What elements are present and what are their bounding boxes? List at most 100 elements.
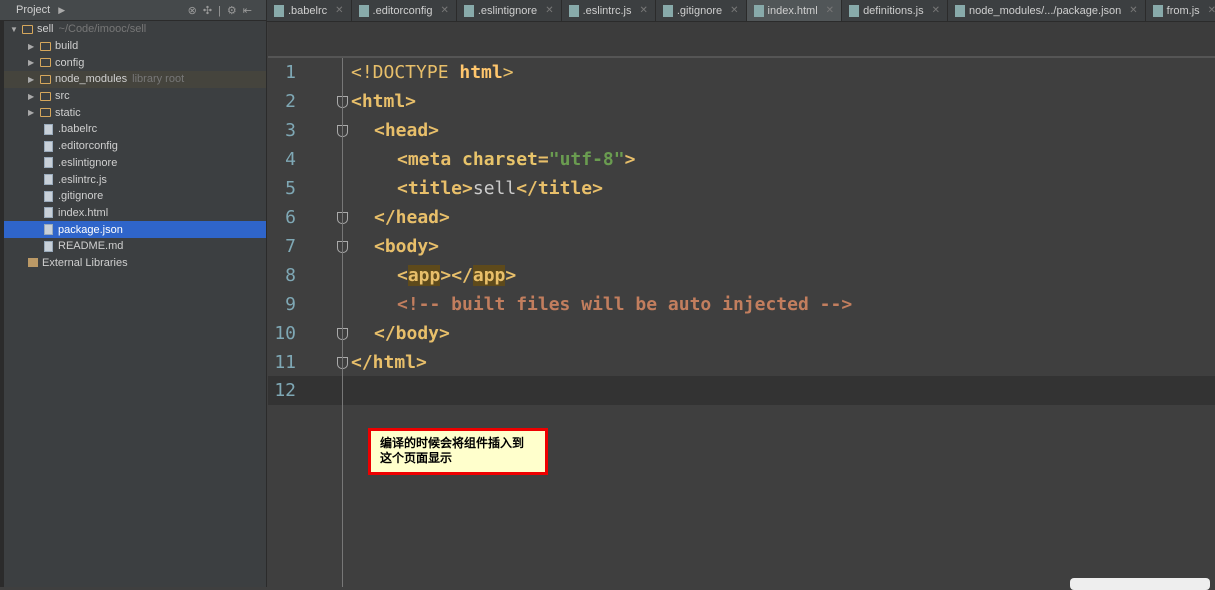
folder-icon — [40, 91, 51, 101]
file-icon — [1152, 4, 1163, 17]
file-icon — [44, 207, 53, 219]
project-header[interactable]: Project ▶ ⊗✣|⚙⇤ — [0, 0, 266, 21]
tab-label: index.html — [767, 4, 818, 17]
tree-item-index-html[interactable]: index.html — [0, 205, 266, 222]
code-token: ></ — [440, 265, 473, 286]
line-number: 11 — [274, 352, 296, 373]
root-path: ~/Code/imooc/sell — [58, 23, 147, 36]
tree-item-gitignore[interactable]: .gitignore — [0, 188, 266, 205]
tab-eslintrc-js[interactable]: .eslintrc.js ✕ — [562, 0, 656, 21]
code-line-current: 12 — [268, 376, 1215, 405]
code-token: </title> — [516, 178, 603, 199]
code-token: <head> — [374, 120, 440, 141]
tree-item-eslintignore[interactable]: .eslintignore — [0, 155, 266, 172]
toolbar-icons[interactable]: ⊗✣|⚙⇤ — [188, 4, 258, 17]
close-icon[interactable]: ✕ — [730, 5, 738, 16]
file-icon — [274, 4, 284, 17]
file-icon — [568, 4, 579, 17]
tool-window-strip[interactable] — [0, 21, 4, 587]
code-line: 7 <body> — [268, 232, 1215, 261]
tree-item-editorconfig[interactable]: .editorconfig — [0, 138, 266, 155]
gutter-divider — [342, 58, 343, 587]
tree-item-build[interactable]: ▶ build — [0, 38, 266, 55]
tree-root[interactable]: ▼ sell ~/Code/imooc/sell — [0, 21, 266, 38]
tab-babelrc[interactable]: .babelrc ✕ — [267, 0, 352, 21]
editor-tabs: .babelrc ✕ .editorconfig ✕ .eslintignore ✕ .es… — [267, 0, 1215, 22]
line-number: 1 — [285, 62, 296, 83]
code-token: </html> — [351, 352, 427, 373]
close-icon[interactable]: ✕ — [826, 5, 834, 16]
line-number: 4 — [285, 149, 296, 170]
close-icon[interactable]: ✕ — [545, 5, 553, 16]
line-number: 10 — [274, 323, 296, 344]
tab-node-modules-package-json[interactable]: node_modules/.../package.json ✕ — [948, 0, 1146, 21]
code-token: > — [502, 62, 514, 83]
close-icon[interactable]: ✕ — [639, 5, 647, 16]
project-title[interactable]: Project — [16, 4, 50, 16]
tab-definitions-js[interactable]: definitions.js ✕ — [842, 0, 948, 21]
code-line: 4 <meta charset="utf-8"> — [268, 145, 1215, 174]
close-icon[interactable]: ✕ — [1208, 5, 1215, 16]
tree-item-package-json[interactable]: package.json — [0, 221, 266, 238]
tab-index-html[interactable]: index.html ✕ — [746, 0, 843, 21]
tab-label: .editorconfig — [372, 4, 433, 17]
close-icon[interactable]: ✕ — [1129, 5, 1137, 16]
expand-icon[interactable]: ▶ — [28, 42, 40, 51]
code-line: 3 <head> — [268, 116, 1215, 145]
code-line: 9 <!-- built files will be auto injected … — [268, 290, 1215, 319]
expand-icon[interactable]: ▶ — [28, 58, 40, 67]
code-token: > — [624, 149, 636, 170]
tree-item-babelrc[interactable]: .babelrc — [0, 121, 266, 138]
tab-from-js[interactable]: from.js ✕ — [1146, 0, 1215, 21]
library-icon — [28, 258, 38, 268]
expand-arrow-icon[interactable]: ▶ — [58, 5, 65, 16]
line-number: 3 — [285, 120, 296, 141]
folder-icon — [40, 108, 51, 118]
expand-icon[interactable]: ▶ — [28, 75, 40, 84]
tree-item-README-md[interactable]: README.md — [0, 238, 266, 255]
file-icon — [753, 4, 764, 17]
close-icon[interactable]: ✕ — [932, 5, 940, 16]
tab-label: from.js — [1166, 4, 1200, 17]
code-token: <meta — [397, 149, 463, 170]
line-number: 7 — [285, 236, 296, 257]
file-icon — [849, 4, 860, 17]
close-icon[interactable]: ✕ — [440, 5, 448, 16]
file-icon — [463, 4, 474, 17]
code-token: "utf-8" — [548, 149, 625, 170]
project-sidebar: Project ▶ ⊗✣|⚙⇤ ▼ sell ~/Code/imooc/sell ▶ bu… — [0, 0, 267, 587]
expand-icon[interactable]: ▶ — [28, 92, 40, 101]
tree-item-label: src — [55, 90, 70, 103]
close-icon[interactable]: ✕ — [335, 5, 343, 16]
code-token: < — [397, 265, 408, 286]
code-line: 2 <html> — [268, 87, 1215, 116]
tree-item-label: .eslintrc.js — [58, 173, 107, 186]
tree-item-node-modules[interactable]: ▶ node_modules library root — [0, 71, 266, 88]
tree-item-label: package.json — [58, 223, 123, 236]
code-line: 5 <title>sell</title> — [268, 174, 1215, 203]
tree-item-config[interactable]: ▶ config — [0, 54, 266, 71]
tree-item-eslintrc-js[interactable]: .eslintrc.js — [0, 171, 266, 188]
line-number: 8 — [285, 265, 296, 286]
line-number: 6 — [285, 207, 296, 228]
tab-editorconfig[interactable]: .editorconfig ✕ — [352, 0, 457, 21]
tree-external-libraries[interactable]: External Libraries — [0, 255, 266, 272]
tab-label: .babelrc — [288, 4, 328, 17]
file-icon — [955, 4, 965, 17]
code-editor[interactable]: 1 <!DOCTYPE html> 2 <html> 3 <head> 4 <meta … — [268, 58, 1215, 587]
tab-gitignore[interactable]: .gitignore ✕ — [656, 0, 747, 21]
tree-item-static[interactable]: ▶ static — [0, 104, 266, 121]
tab-label: .gitignore — [676, 4, 723, 17]
tab-eslintignore[interactable]: .eslintignore ✕ — [457, 0, 562, 21]
external-label: External Libraries — [42, 256, 128, 269]
tree-item-label: .gitignore — [58, 190, 104, 203]
code-line: 1 <!DOCTYPE html> — [268, 58, 1215, 87]
tree-item-label: .eslintignore — [58, 156, 118, 169]
code-comment: <!-- built files will be auto injected -… — [397, 294, 853, 315]
line-number: 5 — [285, 178, 296, 199]
expand-icon[interactable]: ▼ — [10, 25, 22, 34]
expand-icon[interactable]: ▶ — [28, 108, 40, 117]
annotation-note: 编译的时候会将组件插入到 这个页面显示 — [368, 428, 548, 475]
tree-item-src[interactable]: ▶ src — [0, 88, 266, 105]
line-number: 2 — [285, 91, 296, 112]
